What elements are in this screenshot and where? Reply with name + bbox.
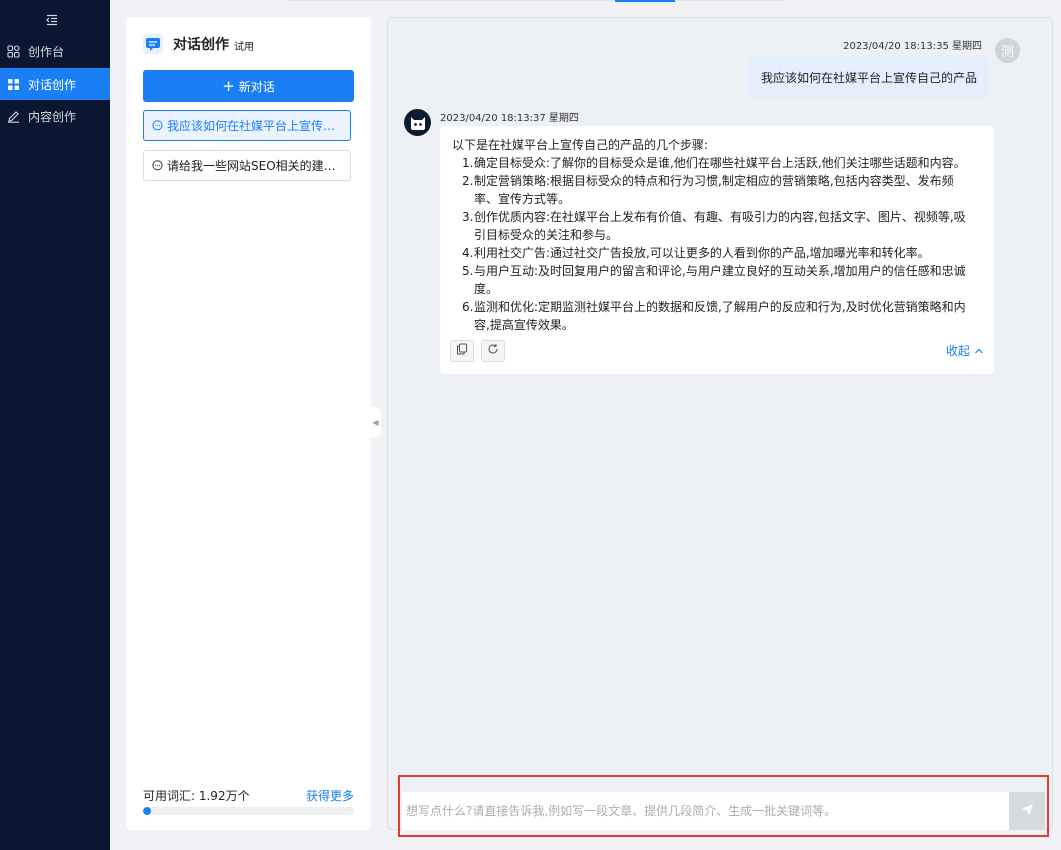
step-text: 确定目标受众:了解你的目标受众是谁,他们在哪些社媒平台上活跃,他们关注哪些话题和… [474, 156, 966, 170]
list-item: 2. 制定营销策略:根据目标受众的特点和行为习惯,制定相应的营销策略,包括内容类型… [462, 172, 982, 208]
conversation-item-label: 请给我一些网站SEO相关的建议。 [167, 159, 342, 173]
collapse-panel-handle[interactable]: ◀ [370, 407, 381, 437]
active-tab-indicator [615, 0, 675, 2]
new-conversation-label: 新对话 [238, 79, 275, 94]
sidebar: 创作台 对话创作 内容创作 [0, 0, 110, 850]
collapse-label: 收起 [945, 344, 970, 358]
bot-message-timestamp: 2023/04/20 18:13:37 星期四 [440, 113, 579, 124]
sidebar-item-label: 创作台 [28, 44, 65, 59]
step-number: 3. [462, 210, 474, 224]
conversation-item[interactable]: 我应该如何在社媒平台上宣传自己的产品 [143, 110, 351, 141]
apps-icon [7, 78, 20, 91]
step-number: 6. [462, 300, 474, 314]
sidebar-item-workbench[interactable]: 创作台 [0, 35, 110, 67]
list-item: 6. 监测和优化:定期监测社媒平台上的数据和反馈,了解用户的反应和行为,及时优化营… [462, 298, 982, 334]
step-text: 创作优质内容:在社媒平台上发布有价值、有趣、有吸引力的内容,包括文字、图片、视频… [474, 210, 966, 242]
sidebar-item-dialogue[interactable]: 对话创作 [0, 68, 110, 100]
conversation-item-label: 我应该如何在社媒平台上宣传自己的产品 [167, 119, 342, 133]
bot-message-bubble: 以下是在社媒平台上宣传自己的产品的几个步骤: 1. 确定目标受众:了解你的目标受众… [440, 126, 994, 374]
collapse-message-link[interactable]: 收起 [946, 342, 984, 360]
conversation-panel-header: 对话创作 试用 [143, 34, 254, 54]
chevron-left-icon: ◀ [372, 417, 379, 427]
bot-steps-list: 1. 确定目标受众:了解你的目标受众是谁,他们在哪些社媒平台上活跃,他们关注哪些话… [452, 154, 982, 334]
step-text: 监测和优化:定期监测社媒平台上的数据和反馈,了解用户的反应和行为,及时优化营销策… [474, 300, 966, 332]
send-icon [1021, 803, 1034, 819]
trial-badge: 试用 [234, 42, 254, 53]
user-message-text: 我应该如何在社媒平台上宣传自己的产品 [760, 70, 977, 85]
grid-icon [7, 44, 20, 58]
quota-info: 可用词汇: 1.92万个 获得更多 [143, 787, 354, 804]
copy-button[interactable] [450, 340, 474, 362]
plus-icon: + [222, 76, 235, 95]
message-input[interactable] [402, 792, 1009, 830]
sidebar-item-label: 内容创作 [28, 109, 77, 124]
copy-icon [456, 342, 468, 360]
chat-logo-icon [143, 34, 163, 54]
conversation-panel: 对话创作 试用 + 新对话 我应该如何在社媒平台上宣传自己的产品 请给我一些网站… [126, 17, 371, 830]
step-number: 5. [462, 264, 474, 278]
user-avatar: 测 [995, 38, 1020, 63]
step-number: 2. [462, 174, 474, 188]
step-number: 4. [462, 246, 474, 260]
top-tab-strip [110, 0, 1061, 3]
message-input-row [402, 792, 1045, 830]
chevron-up-icon [974, 347, 984, 355]
bot-message-intro: 以下是在社媒平台上宣传自己的产品的几个步骤: [452, 138, 709, 152]
list-item: 3. 创作优质内容:在社媒平台上发布有价值、有趣、有吸引力的内容,包括文字、图片、… [462, 208, 982, 244]
new-conversation-button[interactable]: + 新对话 [143, 70, 354, 102]
step-number: 1. [462, 156, 474, 170]
list-item: 1. 确定目标受众:了解你的目标受众是谁,他们在哪些社媒平台上活跃,他们关注哪些话… [462, 154, 982, 172]
chat-panel: 2023/04/20 18:13:35 星期四 测 我应该如何在社媒平台上宣传自… [387, 17, 1053, 830]
list-item: 4. 利用社交广告:通过社交广告投放,可以让更多的人看到你的产品,增加曝光率和转化… [462, 244, 982, 262]
step-text: 利用社交广告:通过社交广告投放,可以让更多的人看到你的产品,增加曝光率和转化率。 [474, 246, 930, 260]
get-more-link[interactable]: 获得更多 [306, 787, 354, 804]
quota-label: 可用词汇: 1.92万个 [143, 789, 250, 803]
quota-progress-fill [143, 807, 152, 815]
step-text: 与用户互动:及时回复用户的留言和评论,与用户建立良好的互动关系,增加用户的信任感… [474, 264, 966, 296]
message-icon [152, 120, 163, 131]
panel-title: 对话创作 [173, 37, 229, 53]
conversation-item[interactable]: 请给我一些网站SEO相关的建议。 [143, 150, 351, 181]
message-icon [152, 160, 163, 171]
menu-fold-icon[interactable] [45, 13, 59, 27]
user-message-timestamp: 2023/04/20 18:13:35 星期四 [843, 41, 982, 52]
refresh-icon [487, 342, 499, 360]
sidebar-item-content[interactable]: 内容创作 [0, 100, 110, 132]
sidebar-item-label: 对话创作 [28, 77, 77, 92]
divider [285, 0, 785, 1]
send-button[interactable] [1009, 792, 1045, 830]
bot-message-actions [450, 340, 512, 362]
list-item: 5. 与用户互动:及时回复用户的留言和评论,与用户建立良好的互动关系,增加用户的信… [462, 262, 982, 298]
quota-progress-bar [143, 807, 354, 815]
regenerate-button[interactable] [481, 340, 505, 362]
step-text: 制定营销策略:根据目标受众的特点和行为习惯,制定相应的营销策略,包括内容类型、发… [474, 174, 954, 206]
user-message-bubble: 我应该如何在社媒平台上宣传自己的产品 [748, 56, 989, 98]
bot-avatar-icon [404, 109, 431, 136]
edit-icon [7, 110, 20, 123]
